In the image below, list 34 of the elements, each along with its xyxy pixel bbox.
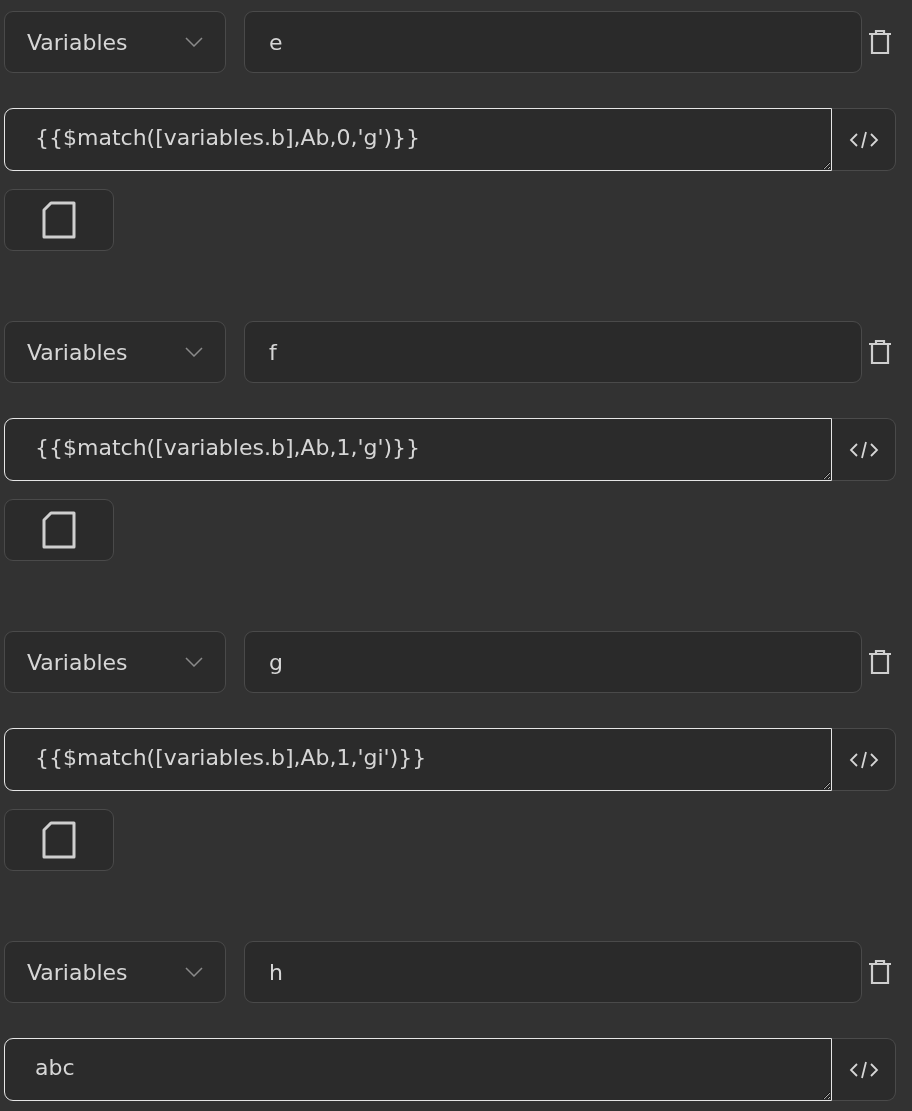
code-icon [848, 439, 879, 460]
name-field[interactable]: g [244, 631, 862, 693]
name-field[interactable]: f [244, 321, 862, 383]
document-button[interactable] [4, 499, 114, 561]
expression-field[interactable]: abc [4, 1038, 832, 1101]
source-dropdown[interactable]: Variables [4, 941, 226, 1003]
code-button[interactable] [832, 728, 896, 791]
chevron-down-icon [185, 657, 203, 667]
source-dropdown[interactable]: Variables [4, 631, 226, 693]
delete-icon[interactable] [866, 648, 894, 676]
chevron-down-icon [185, 967, 203, 977]
document-button[interactable] [4, 809, 114, 871]
expression-field[interactable]: {{$match([variables.b],Ab,1,'g')}} [4, 418, 832, 481]
expression-field[interactable]: {{$match([variables.b],Ab,1,'gi')}} [4, 728, 832, 791]
code-icon [848, 749, 879, 770]
expression-field[interactable]: {{$match([variables.b],Ab,0,'g')}} [4, 108, 832, 171]
source-dropdown[interactable]: Variables [4, 11, 226, 73]
document-icon [41, 821, 77, 859]
name-field[interactable]: e [244, 11, 862, 73]
delete-icon[interactable] [866, 958, 894, 986]
document-button[interactable] [4, 189, 114, 251]
code-icon [848, 129, 879, 150]
source-dropdown[interactable]: Variables [4, 321, 226, 383]
delete-icon[interactable] [866, 28, 894, 56]
name-field[interactable]: h [244, 941, 862, 1003]
chevron-down-icon [185, 37, 203, 47]
code-button[interactable] [832, 108, 896, 171]
delete-icon[interactable] [866, 338, 894, 366]
chevron-down-icon [185, 347, 203, 357]
document-icon [41, 511, 77, 549]
code-button[interactable] [832, 418, 896, 481]
code-icon [848, 1059, 879, 1080]
code-button[interactable] [832, 1038, 896, 1101]
document-icon [41, 201, 77, 239]
